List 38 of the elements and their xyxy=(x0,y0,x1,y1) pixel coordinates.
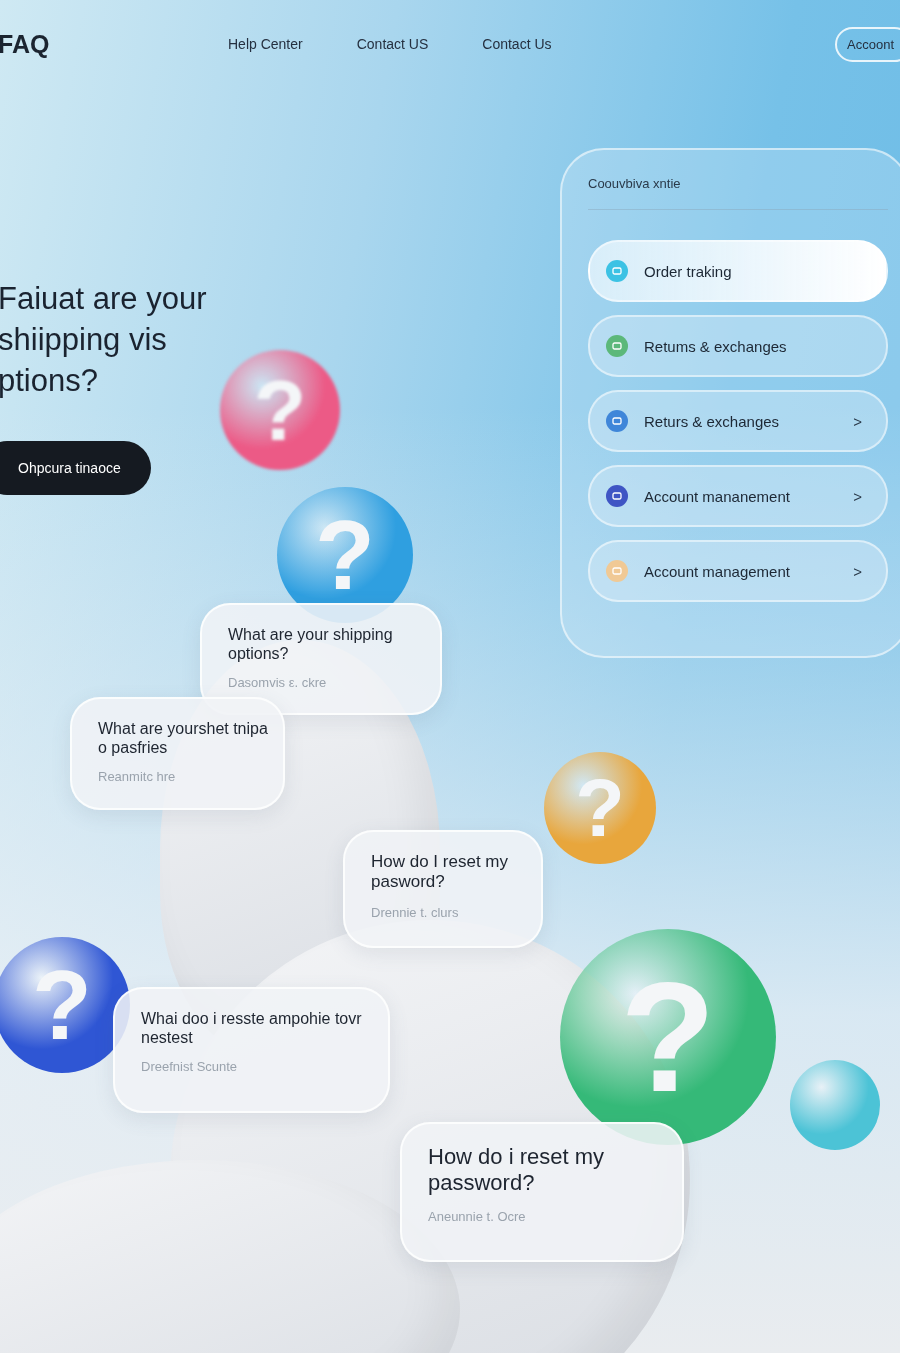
nav-link[interactable]: Help Center xyxy=(228,36,303,52)
faq-question: Whai doo i resste ampohie tovr nestest xyxy=(141,1009,363,1048)
topic-label: Returs & exchanges xyxy=(644,412,780,430)
topic-label: Account management xyxy=(644,562,790,580)
faq-card[interactable]: How do i reset my password? Aneunnie t. Ocre xyxy=(400,1122,684,1262)
question-sphere: ? xyxy=(0,937,130,1073)
faq-card[interactable]: How do I reset my pasword? Drennie t. clurs xyxy=(343,830,543,948)
topic-item[interactable]: Returs & exchanges > xyxy=(588,390,888,452)
faq-card[interactable]: What are your shipping options? Dasomvis ε. ckre xyxy=(200,603,442,715)
panel-title: Coouvbiva xntie xyxy=(588,176,888,210)
topic-label: Account mananement xyxy=(644,487,790,505)
faq-question: How do i reset my password? xyxy=(428,1144,606,1197)
topic-label: Retums & exchanges xyxy=(644,337,787,355)
faq-meta: Aneunnie t. Ocre xyxy=(428,1208,527,1224)
faq-meta: Dreefnist Scunte xyxy=(141,1059,239,1075)
faq-meta: Drennie t. clurs xyxy=(371,904,460,920)
chevron: > xyxy=(853,562,862,580)
question-sphere: ? xyxy=(560,929,776,1145)
account-button[interactable]: Accoont xyxy=(835,26,900,62)
faq-meta: Dasomvis ε. ckre xyxy=(228,675,328,691)
question-sphere: ? xyxy=(220,350,340,470)
faq-card[interactable]: What are yourshet tnipa o pasfries Reanmitc hre xyxy=(70,697,285,810)
topic-item[interactable]: Account mananement > xyxy=(588,465,888,527)
chevron: > xyxy=(853,487,862,505)
chevron: > xyxy=(853,412,862,430)
nav-link[interactable]: Contact Us xyxy=(482,36,552,52)
nav-link[interactable]: Contact US xyxy=(356,36,429,52)
faq-meta: Reanmitc hre xyxy=(98,769,177,785)
faq-question: What are your shipping options? xyxy=(228,625,394,664)
topic-item[interactable]: Account management > xyxy=(588,540,888,602)
faq-question: What are yourshet tnipa o pasfries xyxy=(98,719,269,758)
logo: FAQ xyxy=(0,29,51,59)
faq-card[interactable]: Whai doo i resste ampohie tovr nestest Dreefnist Scunte xyxy=(113,987,390,1113)
topic-item[interactable]: Order traking xyxy=(588,240,888,302)
topic-item[interactable]: Retums & exchanges xyxy=(588,315,888,377)
cta-button[interactable]: Ohpcura tinaoce xyxy=(0,441,151,495)
topic-label: Order traking xyxy=(644,262,732,280)
faq-question: How do I reset my pasword? xyxy=(371,852,509,893)
